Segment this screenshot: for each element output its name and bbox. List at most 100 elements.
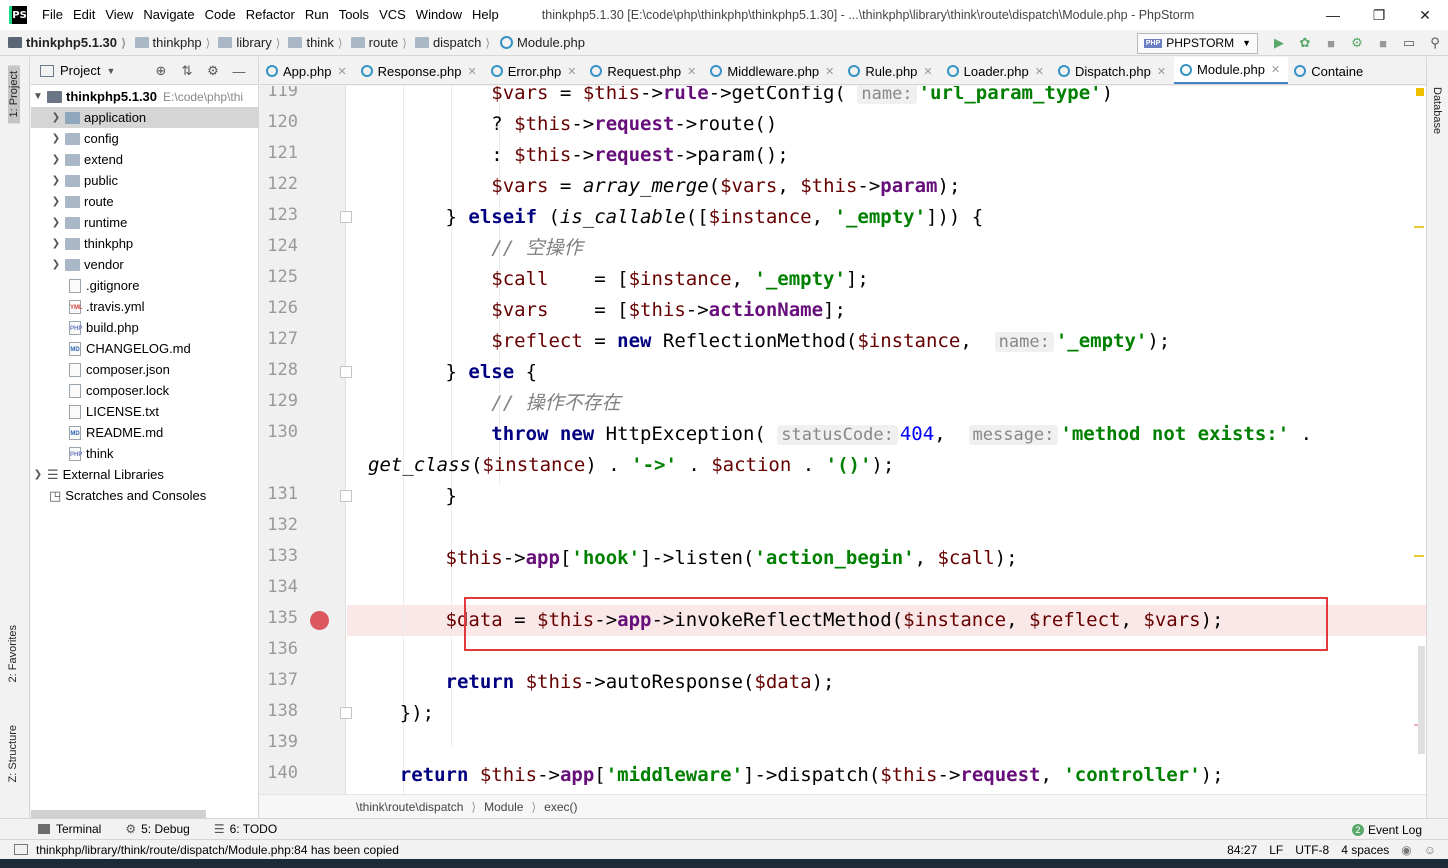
code-editor[interactable]: 119 120 121 122 123 124 125 126 127 128 … <box>260 86 1426 794</box>
fold-icon[interactable] <box>340 490 352 502</box>
tab-request-php[interactable]: Request.php ✕ <box>584 57 704 84</box>
warning-indicator-icon[interactable] <box>1416 88 1424 96</box>
tree-file[interactable]: .gitignore <box>31 275 259 296</box>
tree-file[interactable]: MD README.md <box>31 422 259 443</box>
close-icon[interactable]: ✕ <box>1271 63 1280 76</box>
inspector-icon[interactable]: ☺ <box>1424 843 1436 857</box>
menu-tools[interactable]: Tools <box>334 0 374 30</box>
tree-external-libraries[interactable]: ❯ ☰ External Libraries <box>31 464 259 485</box>
code-line-126[interactable]: $vars = [$this->actionName]; <box>354 295 846 326</box>
tab-error-php[interactable]: Error.php ✕ <box>485 57 585 84</box>
collapse-all-icon[interactable]: ⇅ <box>174 63 200 79</box>
fold-icon[interactable] <box>340 366 352 378</box>
code-line-125[interactable]: $call = [$instance, '_empty']; <box>354 264 869 295</box>
nav-crumb-root[interactable]: thinkphp5.1.30 ⟩ <box>0 35 127 50</box>
tree-root[interactable]: ▼ thinkphp5.1.30 E:\code\php\thi <box>31 86 259 107</box>
tree-folder-extend[interactable]: ❯ extend <box>31 149 259 170</box>
nav-crumb-dispatch[interactable]: dispatch ⟩ <box>407 35 490 50</box>
nav-crumb-think[interactable]: think ⟩ <box>280 35 343 50</box>
menu-edit[interactable]: Edit <box>68 0 100 30</box>
caret-position[interactable]: 84:27 <box>1227 843 1257 857</box>
file-encoding[interactable]: UTF-8 <box>1295 843 1329 857</box>
tab-response-php[interactable]: Response.php ✕ <box>355 57 485 84</box>
code-line-127[interactable]: $reflect = new ReflectionMethod($instanc… <box>354 326 1170 357</box>
chevron-down-icon[interactable]: ▼ <box>106 66 115 76</box>
gear-icon[interactable]: ⚙ <box>200 63 226 79</box>
tool-window-project[interactable]: 1: Project <box>8 65 20 124</box>
chevron-right-icon[interactable]: ❯ <box>51 112 61 123</box>
project-view-select[interactable]: Project <box>60 63 100 78</box>
locate-icon[interactable]: ⊕ <box>148 63 174 79</box>
tree-folder-application[interactable]: ❯ application <box>31 107 259 128</box>
nav-crumb-thinkphp[interactable]: thinkphp ⟩ <box>127 35 210 50</box>
close-icon[interactable]: ✕ <box>1402 0 1448 30</box>
project-horizontal-scrollbar[interactable] <box>31 810 206 818</box>
profile-icon[interactable]: ⚙ <box>1344 30 1370 56</box>
code-line-130-wrap[interactable]: get_class($instance) . '->' . $action . … <box>368 450 894 481</box>
run-configuration-select[interactable]: PHP PHPSTORM ▼ <box>1136 32 1258 54</box>
code-line-128[interactable]: } else { <box>354 357 538 388</box>
tab-middleware-php[interactable]: Middleware.php ✕ <box>704 57 842 84</box>
tree-file[interactable]: PHP think <box>31 443 259 464</box>
tab-container-php[interactable]: Containe <box>1288 57 1371 84</box>
chevron-right-icon[interactable]: ❯ <box>51 133 61 144</box>
tab-module-php[interactable]: Module.php ✕ <box>1174 57 1289 84</box>
breadcrumb-namespace[interactable]: \think\route\dispatch <box>356 800 463 814</box>
code-line-133[interactable]: $this->app['hook']->listen('action_begin… <box>354 543 1018 574</box>
line-separator[interactable]: LF <box>1269 843 1283 857</box>
close-icon[interactable]: ✕ <box>468 65 477 78</box>
tree-file[interactable]: LICENSE.txt <box>31 401 259 422</box>
search-icon[interactable]: ⚲ <box>1422 30 1448 56</box>
tool-window-structure[interactable]: Z: Structure <box>7 725 19 782</box>
tree-folder-config[interactable]: ❯ config <box>31 128 259 149</box>
menu-help[interactable]: Help <box>467 0 504 30</box>
menu-file[interactable]: File <box>37 0 68 30</box>
code-line-129[interactable]: // 操作不存在 <box>354 388 620 419</box>
tree-file[interactable]: composer.json <box>31 359 259 380</box>
error-stripe-marker[interactable] <box>1414 555 1424 557</box>
menu-window[interactable]: Window <box>411 0 467 30</box>
chevron-right-icon[interactable]: ❯ <box>51 196 61 207</box>
menu-view[interactable]: View <box>100 0 138 30</box>
code-line-121[interactable]: : $this->request->param(); <box>354 140 788 171</box>
code-line-140[interactable]: return $this->app['middleware']->dispatc… <box>354 760 1224 791</box>
tree-folder-thinkphp[interactable]: ❯ thinkphp <box>31 233 259 254</box>
tool-window-todo[interactable]: ☰ 6: TODO <box>214 822 277 836</box>
menu-vcs[interactable]: VCS <box>374 0 411 30</box>
nav-crumb-route[interactable]: route ⟩ <box>343 35 407 50</box>
code-line-119[interactable]: $vars = $this->rule->getConfig( name:'ur… <box>354 86 1113 109</box>
indent-setting[interactable]: 4 spaces <box>1341 843 1389 857</box>
hide-icon[interactable]: — <box>226 64 252 79</box>
menu-run[interactable]: Run <box>300 0 334 30</box>
tool-window-favorites[interactable]: 2: Favorites <box>7 625 19 682</box>
restore-icon[interactable]: ❐ <box>1356 0 1402 30</box>
code-line-120[interactable]: ? $this->request->route() <box>354 109 777 140</box>
tab-rule-php[interactable]: Rule.php ✕ <box>842 57 940 84</box>
tree-folder-route[interactable]: ❯ route <box>31 191 259 212</box>
fold-icon[interactable] <box>340 211 352 223</box>
code-line-131[interactable]: } <box>354 481 457 512</box>
lock-icon[interactable]: ◉ <box>1401 843 1411 857</box>
chevron-right-icon[interactable]: ❯ <box>33 469 43 480</box>
menu-navigate[interactable]: Navigate <box>138 0 199 30</box>
nav-crumb-library[interactable]: library ⟩ <box>210 35 280 50</box>
error-stripe-marker[interactable] <box>1414 226 1424 228</box>
close-icon[interactable]: ✕ <box>567 65 576 78</box>
breadcrumb-class[interactable]: Module <box>484 800 523 814</box>
tree-scratches[interactable]: ◳ Scratches and Consoles <box>31 485 259 506</box>
chevron-down-icon[interactable]: ▼ <box>33 91 43 102</box>
code-line-122[interactable]: $vars = array_merge($vars, $this->param)… <box>354 171 960 202</box>
menu-code[interactable]: Code <box>200 0 241 30</box>
close-icon[interactable]: ✕ <box>825 65 834 78</box>
stop-icon[interactable]: ■ <box>1370 30 1396 56</box>
coverage-icon[interactable]: ■ <box>1318 30 1344 56</box>
tree-file[interactable]: composer.lock <box>31 380 259 401</box>
editor-scrollbar-thumb[interactable] <box>1418 646 1425 754</box>
layout-icon[interactable]: ▭ <box>1396 30 1422 56</box>
breadcrumb-method[interactable]: exec() <box>544 800 577 814</box>
tree-file[interactable]: MD CHANGELOG.md <box>31 338 259 359</box>
chevron-right-icon[interactable]: ❯ <box>51 259 61 270</box>
minimize-icon[interactable]: — <box>1310 0 1356 30</box>
code-line-124[interactable]: // 空操作 <box>354 233 582 264</box>
tool-window-database[interactable]: Database <box>1431 87 1443 134</box>
